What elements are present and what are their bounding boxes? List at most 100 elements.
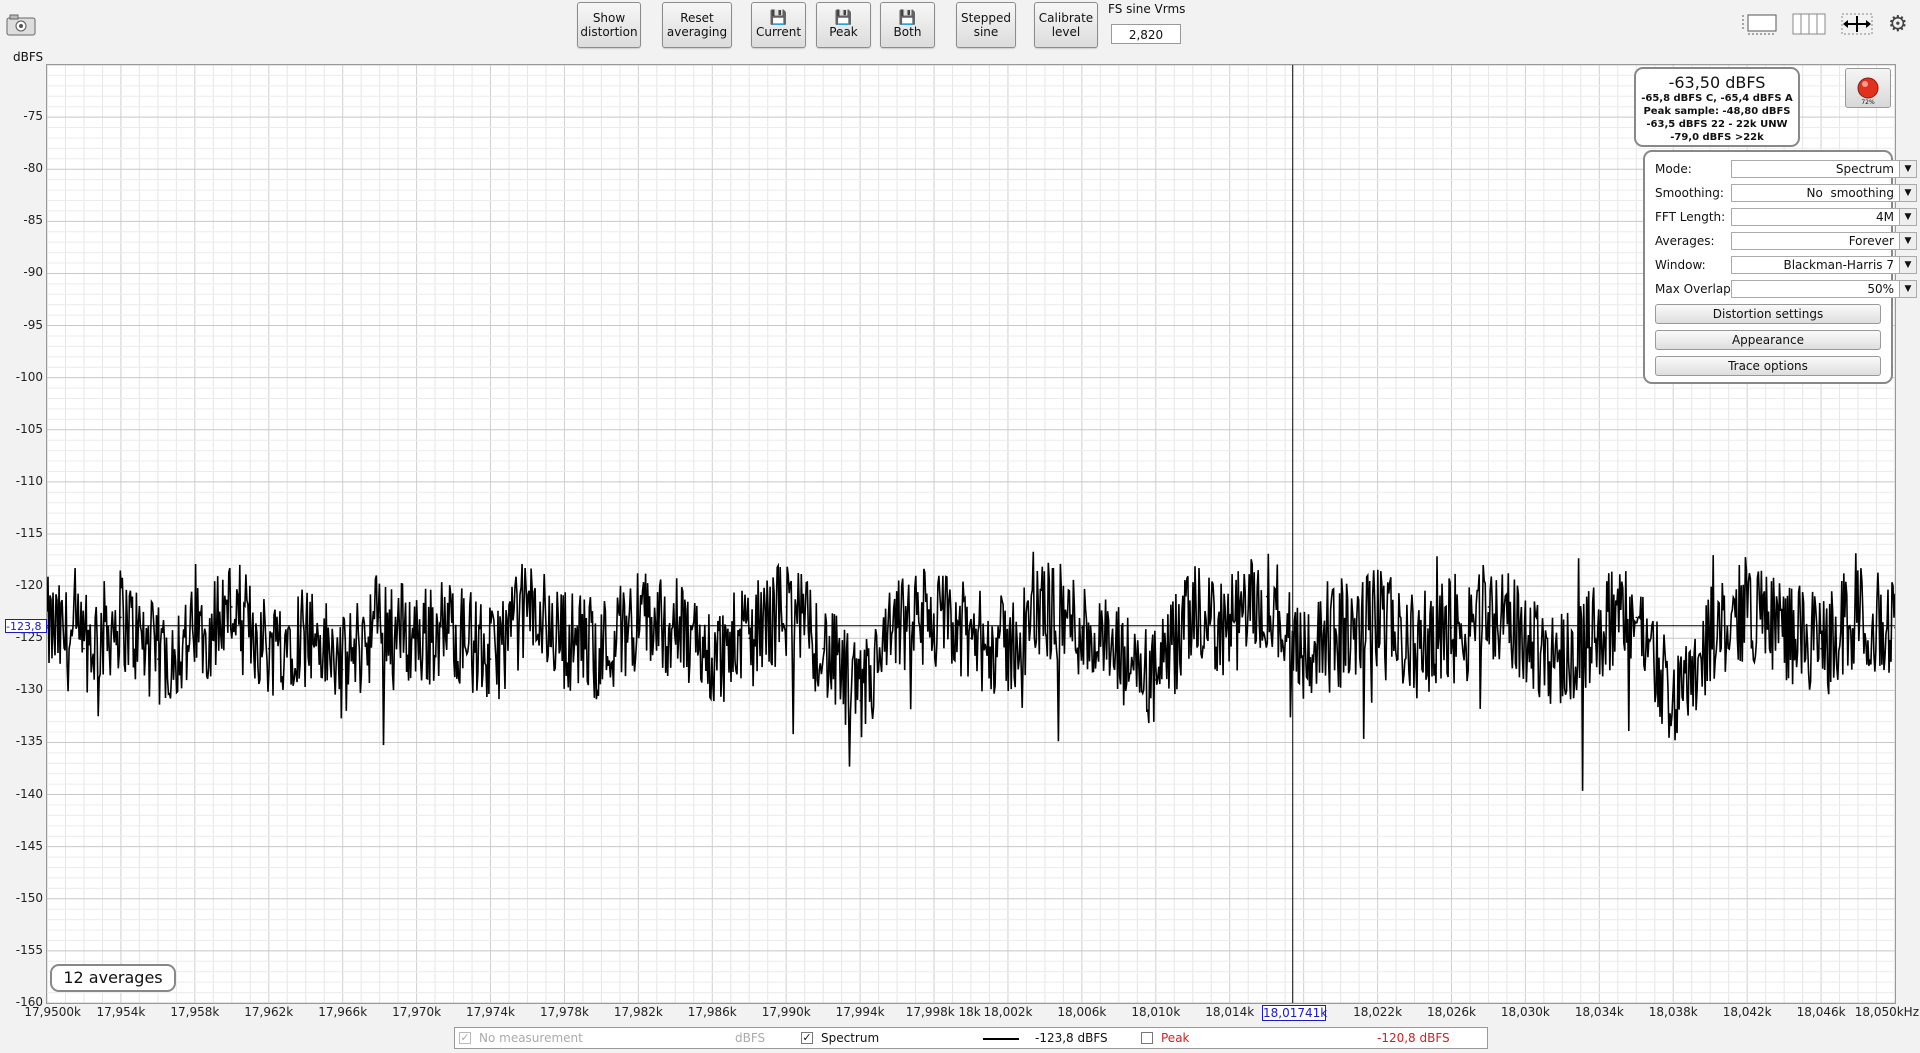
y-tick-label: -135 bbox=[15, 734, 43, 749]
calibrate-level-button[interactable]: Calibrate level bbox=[1034, 2, 1098, 48]
show-distortion-button[interactable]: Show distortion bbox=[577, 2, 641, 48]
spectrum-point bbox=[1672, 699, 1675, 702]
save-peak-button[interactable]: 💾 Peak bbox=[816, 2, 871, 48]
chevron-down-icon: ▼ bbox=[1899, 161, 1916, 177]
spectrum-point bbox=[563, 637, 566, 640]
mode-select[interactable]: Spectrum ▼ bbox=[1731, 160, 1917, 178]
spectrum-point bbox=[378, 616, 381, 619]
y-tick-label: -110 bbox=[15, 473, 43, 488]
spectrum-point bbox=[1561, 658, 1564, 660]
spectrum-point bbox=[933, 616, 935, 619]
x-tick-label: 18,050kHz bbox=[1854, 1005, 1919, 1019]
averages-badge: 12 averages bbox=[50, 964, 176, 992]
level-readout: -63,50 dBFS -65,8 dBFS C, -65,4 dBFS A P… bbox=[1634, 67, 1800, 147]
x-tick-label: 17,970k bbox=[392, 1005, 442, 1019]
plot-canvas[interactable] bbox=[47, 65, 1895, 1003]
x-tick-label: 18,046k bbox=[1796, 1005, 1846, 1019]
gear-icon[interactable]: ⚙ bbox=[1888, 13, 1912, 37]
spectrum-point bbox=[120, 616, 122, 619]
x-tick-label: 17,986k bbox=[687, 1005, 737, 1019]
y-tick-label: -85 bbox=[23, 213, 43, 228]
x-tick-label: 17,990k bbox=[761, 1005, 811, 1019]
spectrum-point bbox=[711, 658, 714, 660]
spectrum-point bbox=[1339, 637, 1342, 640]
fs-sine-input[interactable]: 2,820 bbox=[1111, 24, 1181, 44]
smoothing-select[interactable]: No smoothing ▼ bbox=[1731, 184, 1917, 202]
stepped-sine-button[interactable]: Stepped sine bbox=[956, 2, 1016, 48]
spectrum-point bbox=[1487, 606, 1490, 608]
x-tick-label: 18,030k bbox=[1500, 1005, 1550, 1019]
peak-checkbox[interactable] bbox=[1141, 1032, 1153, 1044]
distortion-settings-button[interactable]: Distortion settings bbox=[1655, 304, 1881, 324]
spectrum-point bbox=[489, 658, 492, 660]
fft-length-select[interactable]: 4M ▼ bbox=[1731, 208, 1917, 226]
window-select[interactable]: Blackman-Harris 7 ▼ bbox=[1731, 256, 1917, 274]
chevron-down-icon: ▼ bbox=[1899, 281, 1916, 297]
y-tick-label: -115 bbox=[15, 526, 43, 540]
chevron-down-icon: ▼ bbox=[1899, 233, 1916, 249]
spectrum-point bbox=[1265, 595, 1268, 598]
record-button[interactable]: 72% bbox=[1845, 68, 1891, 108]
x-tick-label: 18,038k bbox=[1648, 1005, 1698, 1019]
x-tick-label: 17,9500k bbox=[24, 1005, 81, 1019]
x-tick-label: 17,994k bbox=[835, 1005, 885, 1019]
x-tick-label: 18,002k bbox=[983, 1005, 1033, 1019]
x-tick-label: 17,982k bbox=[613, 1005, 663, 1019]
spectrum-point bbox=[1524, 637, 1527, 640]
spectrum-point bbox=[1191, 616, 1194, 619]
record-percent: 72% bbox=[1861, 99, 1875, 106]
floppy-disk-icon: 💾 bbox=[769, 10, 788, 26]
no-measurement-checkbox[interactable]: ✓ bbox=[459, 1032, 471, 1044]
spectrum-point bbox=[415, 637, 418, 640]
averages-select[interactable]: Forever ▼ bbox=[1731, 232, 1917, 250]
x-tick-label: 18,014k bbox=[1205, 1005, 1255, 1019]
fs-sine-label: FS sine Vrms bbox=[1108, 2, 1186, 16]
y-tick-label: -130 bbox=[15, 682, 43, 697]
x-tick-label: 18,042k bbox=[1722, 1005, 1772, 1019]
spectrum-point bbox=[1081, 627, 1083, 629]
chevron-down-icon: ▼ bbox=[1899, 257, 1916, 273]
spectrum-point bbox=[304, 627, 307, 629]
smoothing-label: Smoothing: bbox=[1655, 186, 1724, 200]
max-overlap-select[interactable]: 50% ▼ bbox=[1731, 280, 1917, 298]
spectrum-point bbox=[526, 606, 529, 608]
save-both-label: Both bbox=[893, 25, 922, 39]
spectrum-point bbox=[1044, 606, 1046, 608]
spectrum-point bbox=[970, 637, 972, 640]
save-both-button[interactable]: 💾 Both bbox=[880, 2, 935, 48]
smoothing-value: No smoothing bbox=[1806, 186, 1894, 200]
spectrum-checkbox[interactable]: ✓ bbox=[801, 1032, 813, 1044]
fft-length-value: 4M bbox=[1876, 210, 1894, 224]
spectrum-point bbox=[231, 606, 233, 608]
spectrum-point bbox=[1228, 627, 1231, 629]
fit-arrows-icon[interactable] bbox=[1840, 12, 1874, 36]
show-distortion-label: Show distortion bbox=[580, 11, 638, 39]
camera-icon[interactable] bbox=[6, 14, 36, 36]
trace-options-button[interactable]: Trace options bbox=[1655, 356, 1881, 376]
spectrum-point bbox=[785, 606, 787, 608]
peak-label: Peak bbox=[1161, 1031, 1190, 1045]
x-tick-label: 17,978k bbox=[539, 1005, 589, 1019]
reset-averaging-button[interactable]: Reset averaging bbox=[662, 2, 732, 48]
no-measurement-label: No measurement bbox=[479, 1031, 583, 1045]
reset-averaging-label: Reset averaging bbox=[666, 11, 728, 39]
floppy-disk-icon: 💾 bbox=[898, 10, 917, 26]
save-current-button[interactable]: 💾 Current bbox=[751, 2, 806, 48]
y-tick-label: -100 bbox=[15, 369, 43, 384]
spectrum-point bbox=[1155, 679, 1157, 681]
floppy-disk-icon: 💾 bbox=[834, 10, 853, 26]
x-tick-label: 18,006k bbox=[1057, 1005, 1107, 1019]
spectrum-plot[interactable] bbox=[46, 64, 1896, 1004]
mode-value: Spectrum bbox=[1835, 162, 1894, 176]
spectrum-point bbox=[1857, 616, 1859, 619]
chevron-down-icon: ▼ bbox=[1899, 209, 1916, 225]
y-tick-label: -145 bbox=[15, 838, 43, 853]
spectrum-point bbox=[1007, 647, 1009, 650]
split-view-icon[interactable] bbox=[1792, 12, 1826, 36]
spectrum-point bbox=[1894, 627, 1895, 629]
x-tick-label: 18,010k bbox=[1131, 1005, 1181, 1019]
spectrum-point bbox=[600, 647, 603, 650]
appearance-button[interactable]: Appearance bbox=[1655, 330, 1881, 350]
x-tick-label: 17,954k bbox=[96, 1005, 146, 1019]
graph-layout-icon[interactable] bbox=[1742, 12, 1778, 36]
